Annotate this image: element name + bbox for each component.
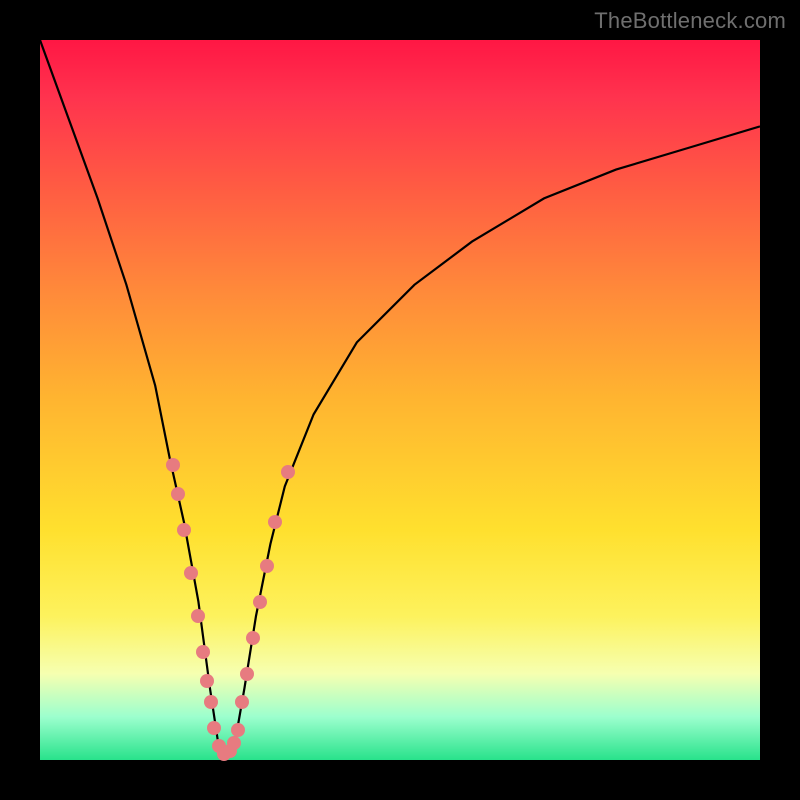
data-dot (166, 458, 180, 472)
data-dot (191, 609, 205, 623)
data-dot (268, 515, 282, 529)
data-dot (240, 667, 254, 681)
data-dot (253, 595, 267, 609)
data-dot (281, 465, 295, 479)
plot-area (40, 40, 760, 760)
data-dot (260, 559, 274, 573)
data-dot (235, 695, 249, 709)
watermark-text: TheBottleneck.com (594, 8, 786, 34)
data-dot (212, 739, 226, 753)
data-dot (223, 744, 237, 758)
data-dot (207, 721, 221, 735)
data-dot (227, 736, 241, 750)
data-dot (231, 723, 245, 737)
data-dot (217, 747, 231, 761)
bottleneck-curve (40, 40, 760, 760)
data-dot (200, 674, 214, 688)
chart-frame: TheBottleneck.com (0, 0, 800, 800)
data-dot (204, 695, 218, 709)
data-dot (246, 631, 260, 645)
data-dot (184, 566, 198, 580)
data-dot (177, 523, 191, 537)
data-dot (171, 487, 185, 501)
data-dot (196, 645, 210, 659)
